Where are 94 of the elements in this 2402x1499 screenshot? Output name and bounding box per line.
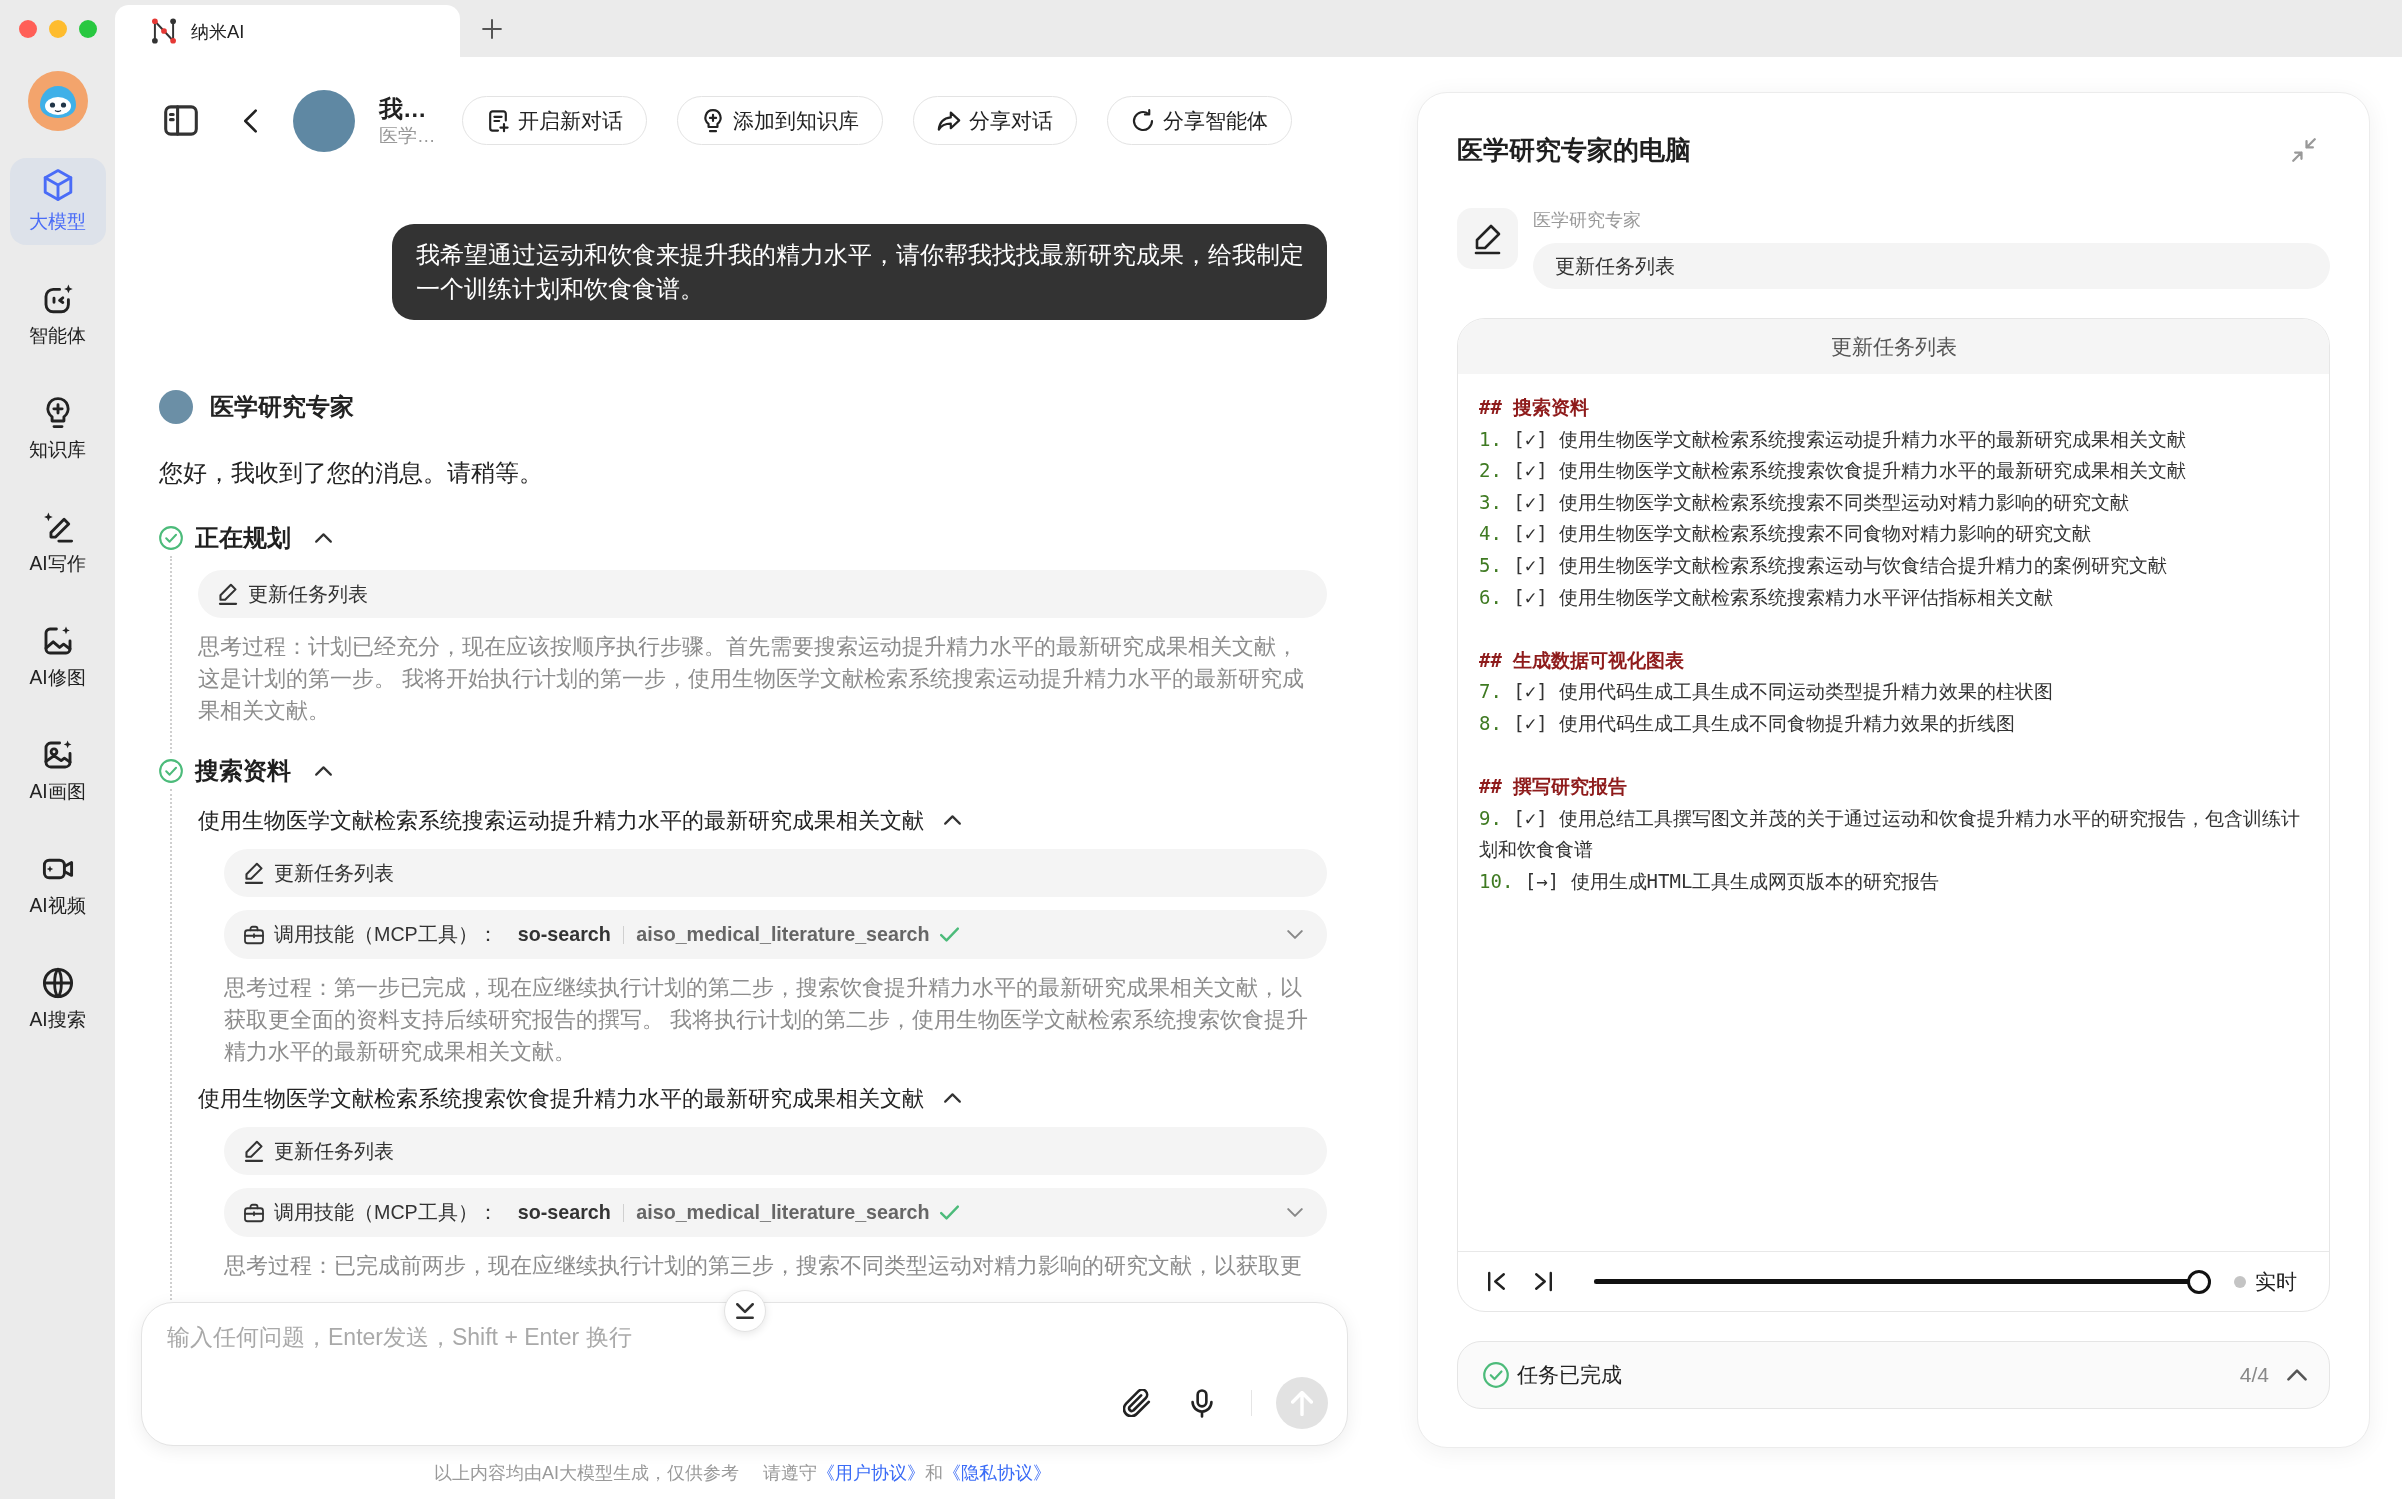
sidebar-item[interactable]: 智能体 (9, 272, 106, 359)
plus-icon[interactable] (482, 18, 502, 39)
substep-title[interactable]: 使用生物医学文献检索系统搜索运动提升精力水平的最新研究成果相关文献 (198, 805, 924, 835)
paperclip-icon[interactable] (1122, 1389, 1151, 1417)
user-message-bubble: 我希望通过运动和饮食来提升我的精力水平，请你帮我找找最新研究成果，给我制定一个训练计划和饮食食谱。 (392, 224, 1327, 320)
sidebar-item[interactable]: AI视频 (9, 842, 106, 929)
status-label: 任务已完成 (1517, 1362, 1622, 1388)
server-name: so-search (517, 923, 611, 946)
share-agent-button[interactable]: 分享智能体 (1106, 96, 1292, 145)
pen-icon (244, 862, 264, 884)
close-window-icon[interactable] (19, 19, 37, 38)
chevron-up-icon[interactable] (315, 766, 332, 776)
pen-icon (218, 583, 238, 605)
section-heading: ## 生成数据可视化图表 (1479, 647, 1686, 673)
agent-subtitle: 医学… (379, 123, 436, 148)
globe-icon (41, 966, 74, 999)
chevron-up-icon (2287, 1369, 2307, 1381)
sidebar-item[interactable]: AI画图 (9, 728, 106, 815)
server-name: so-search (517, 1201, 611, 1224)
tool-name: aiso_medical_literature_search (636, 923, 930, 946)
agent-name: 我… (379, 94, 428, 124)
scroll-to-bottom-icon (736, 1303, 754, 1319)
tool-call-item[interactable]: 更新任务列表 (198, 570, 1327, 618)
chevron-up-icon[interactable] (315, 533, 332, 543)
chevron-down-icon[interactable] (1287, 930, 1303, 939)
tool-name: aiso_medical_literature_search (636, 1201, 930, 1224)
skill-label: 调用技能（MCP工具）： (274, 922, 498, 947)
sidebar-item[interactable]: AI修图 (9, 614, 106, 701)
cube-icon (41, 168, 74, 201)
thinking-text: 思考过程：已完成前两步，现在应继续执行计划的第三步，搜索不同类型运动对精力影响的研究文献，以获取更 (224, 1252, 1303, 1280)
network-logo-icon (151, 18, 177, 44)
task-item: 7. [✓] 使用代码生成工具生成不同运动类型提升精力效果的柱状图 (1479, 679, 2055, 705)
task-item: 6. [✓] 使用生物医学文献检索系统搜索精力水平评估指标相关文献 (1479, 584, 2055, 610)
section-heading: ## 撰写研究报告 (1479, 774, 1629, 800)
task-item: 3. [✓] 使用生物医学文献检索系统搜索不同类型运动对精力影响的研究文献 (1479, 489, 2131, 515)
task-item: 4. [✓] 使用生物医学文献检索系统搜索不同食物对精力影响的研究文献 (1479, 521, 2093, 547)
task-item: 5. [✓] 使用生物医学文献检索系统搜索运动与饮食结合提升精力的案例研究文献 (1479, 552, 2169, 578)
assistant-name: 医学研究专家 (210, 392, 354, 422)
check-circle-icon (1483, 1362, 1509, 1388)
skip-back-icon[interactable] (1488, 1271, 1505, 1292)
skip-forward-icon[interactable] (1535, 1271, 1552, 1292)
thinking-text: 思考过程：计划已经充分，现在应该按顺序执行步骤。首先需要搜索运动提升精力水平的最新研究成果相关文献，这是计划的第一步。 我将开始执行计划的第一步，使用生物医学文献检索系统搜索运动提升精力水平的最新研究成果相关文献。 (198, 633, 1306, 725)
agreement-notice: 请遵守《用户协议》和《隐私协议》 (763, 1461, 1051, 1485)
skill-call-item[interactable]: 调用技能（MCP工具）： so-search aiso_medical_literature_search (224, 910, 1327, 959)
substep-title[interactable]: 使用生物医学文献检索系统搜索饮食提升精力水平的最新研究成果相关文献 (198, 1083, 924, 1113)
pen-icon (244, 1140, 264, 1162)
chevron-left-icon[interactable] (244, 108, 257, 133)
tool-call-item[interactable]: 更新任务列表 (224, 849, 1327, 897)
thinking-text: 思考过程：第一步已完成，现在应继续执行计划的第二步，搜索饮食提升精力水平的最新研究成果相关文献，以获取更全面的资料支持后续研究报告的撰写。 我将执行计划的第二步，使用生物医学文献检索系统搜索饮食提升精力水平的最新研究成果相关文献。 (224, 974, 1310, 1066)
message-input[interactable]: 输入任何问题，Enter发送，Shift + Enter 换行 (167, 1320, 1267, 1354)
collapse-icon[interactable] (2292, 138, 2316, 162)
add-to-knowledge-button[interactable]: 添加到知识库 (676, 96, 883, 145)
task-item: 9. [✓] 使用总结工具撰写图文并茂的关于通过运动和饮食提升精力水平的研究报告，包含训练计划和饮食食谱 (1479, 805, 2302, 863)
task-count: 4/4 (2239, 1363, 2269, 1387)
task-item: 2. [✓] 使用生物医学文献检索系统搜索饮食提升精力水平的最新研究成果相关文献 (1479, 458, 2188, 484)
sidebar-toggle-icon[interactable] (164, 105, 198, 136)
arrow-up-icon (1291, 1390, 1313, 1416)
task-item: 10. [→] 使用生成HTML工具生成网页版本的研究报告 (1479, 868, 1941, 894)
share-chat-button[interactable]: 分享对话 (912, 96, 1077, 145)
live-label[interactable]: 实时 (2255, 1267, 2297, 1296)
current-action: 更新任务列表 (1533, 243, 2330, 289)
assistant-message: 您好，我收到了您的消息。请稍等。 (159, 459, 544, 488)
new-chat-button[interactable]: 开启新对话 (461, 96, 647, 145)
agent-label: 医学研究专家 (1533, 209, 1642, 232)
tool-call-item[interactable]: 更新任务列表 (224, 1127, 1327, 1175)
privacy-policy-link[interactable]: 《隐私协议》 (943, 1462, 1051, 1483)
pen-icon (1457, 208, 1518, 269)
status-dot-icon (2234, 1275, 2246, 1288)
sidebar-item[interactable]: AI搜索 (9, 956, 106, 1043)
skill-call-item[interactable]: 调用技能（MCP工具）： so-search aiso_medical_literature_search (224, 1188, 1327, 1237)
step-title[interactable]: 搜索资料 (195, 755, 291, 787)
task-item: 1. [✓] 使用生物医学文献检索系统搜索运动提升精力水平的最新研究成果相关文献 (1479, 426, 2188, 452)
microphone-icon[interactable] (1190, 1388, 1213, 1418)
sidebar-item[interactable]: AI写作 (9, 500, 106, 587)
task-status-bar[interactable]: 任务已完成 4/4 (1457, 1341, 2330, 1409)
chevron-down-icon[interactable] (1287, 1208, 1303, 1217)
task-item: 8. [✓] 使用代码生成工具生成不同食物提升精力效果的折线图 (1479, 710, 2017, 736)
briefcase-icon (244, 1201, 264, 1224)
browser-tab[interactable]: 纳米AI (115, 5, 460, 57)
user-agreement-link[interactable]: 《用户协议》 (817, 1462, 925, 1483)
disclaimer-text: 以上内容均由AI大模型生成，仅供参考 (434, 1461, 739, 1485)
chevron-up-icon[interactable] (944, 815, 961, 825)
sidebar-item[interactable]: 知识库 (9, 386, 106, 473)
briefcase-icon (244, 923, 264, 946)
skill-label: 调用技能（MCP工具）： (274, 1200, 498, 1225)
document-title: 更新任务列表 (1458, 319, 2329, 374)
chevron-up-icon[interactable] (944, 1093, 961, 1103)
section-heading: ## 搜索资料 (1479, 395, 1591, 420)
step-title[interactable]: 正在规划 (195, 522, 291, 554)
panel-title: 医学研究专家的电脑 (1457, 133, 1691, 167)
slider-thumb[interactable] (2187, 1269, 2211, 1294)
scroll-down-button[interactable] (724, 1290, 766, 1332)
avatar-photo (159, 390, 193, 424)
circular-arrow-icon (1130, 108, 1155, 133)
